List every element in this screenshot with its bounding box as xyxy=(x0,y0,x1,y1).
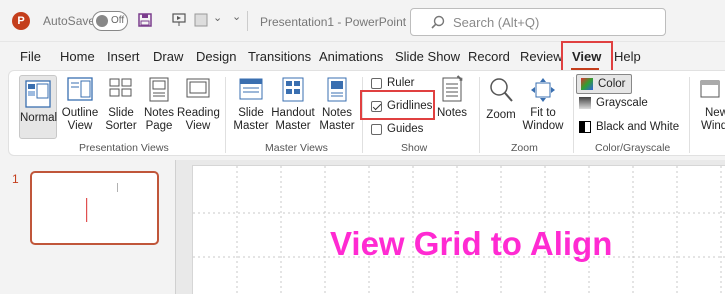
divider xyxy=(247,11,248,31)
ruler-label: Ruler xyxy=(387,77,415,89)
notes-page-label-2: Page xyxy=(145,120,173,132)
outline-label-1: Outline xyxy=(61,107,99,119)
toggle-knob xyxy=(96,15,108,27)
normal-label: Normal xyxy=(20,112,58,124)
title-bar: P AutoSave Off ⌄ ⌄ Presentation1 - Power… xyxy=(0,0,725,42)
slide-sorter-button[interactable]: Slide Sorter xyxy=(103,77,139,133)
sorter-label-1: Slide xyxy=(108,107,134,119)
fit-to-window-button[interactable]: Fit to Window xyxy=(521,77,565,133)
slide-master-label-1: Slide xyxy=(238,107,264,119)
zoom-button[interactable]: Zoom xyxy=(483,77,519,122)
more-icon[interactable]: ⌄ xyxy=(232,10,241,23)
notes-master-label-2: Master xyxy=(319,120,355,132)
handout-master-label-1: Handout xyxy=(271,107,315,119)
show-group-label: Show xyxy=(401,142,428,154)
slide-master-button[interactable]: Slide Master xyxy=(233,77,269,133)
powerpoint-logo-icon: P xyxy=(12,12,30,30)
slide-caption: View Grid to Align xyxy=(330,225,613,262)
tab-design[interactable]: Design xyxy=(196,49,236,64)
autosave-toggle[interactable]: Off xyxy=(92,11,128,31)
group-divider xyxy=(573,77,574,153)
autosave-label: AutoSave xyxy=(43,14,96,28)
tab-insert[interactable]: Insert xyxy=(107,49,140,64)
black-white-label: Black and White xyxy=(596,121,680,133)
black-and-white-button[interactable]: Black and White xyxy=(579,121,679,133)
group-divider xyxy=(479,77,480,153)
sorter-label-2: Sorter xyxy=(105,120,137,132)
color-grayscale-group-label: Color/Grayscale xyxy=(595,142,671,154)
zoom-label: Zoom xyxy=(486,109,516,121)
tab-home[interactable]: Home xyxy=(60,49,95,64)
fit-label-1: Fit to xyxy=(530,107,556,119)
outline-label-2: View xyxy=(67,120,93,132)
zoom-group-label: Zoom xyxy=(511,142,538,154)
reading-label-2: View xyxy=(185,120,211,132)
gridlines-highlight xyxy=(360,90,435,120)
color-button[interactable]: Color xyxy=(576,74,632,94)
search-icon xyxy=(431,15,445,32)
presentation-views-group-label: Presentation Views xyxy=(79,142,169,154)
notes-page-button[interactable]: Notes Page xyxy=(141,77,177,133)
ruler-checkbox[interactable]: Ruler xyxy=(371,77,414,89)
ruler-checkbox-box xyxy=(371,77,382,89)
slide-master-label-2: Master xyxy=(233,120,269,132)
ribbon-tabs: File Home Insert Draw Design Transitions… xyxy=(0,42,725,70)
chevron-down-icon[interactable]: ⌄ xyxy=(213,11,222,24)
document-title: Presentation1 - PowerPoint xyxy=(260,15,407,29)
search-box[interactable]: Search (Alt+Q) xyxy=(410,8,666,36)
guides-checkbox[interactable]: Guides xyxy=(371,123,423,135)
thumbnail-body-text: ▬▬▬ xyxy=(116,183,120,192)
outline-view-button[interactable]: Outline View xyxy=(59,77,101,133)
fit-label-2: Window xyxy=(522,120,564,132)
guides-checkbox-box xyxy=(371,123,382,135)
reading-view-button[interactable]: Reading View xyxy=(177,77,220,133)
tab-transitions[interactable]: Transitions xyxy=(248,49,311,64)
present-from-beginning-icon[interactable] xyxy=(172,13,186,30)
tab-file[interactable]: File xyxy=(20,49,41,64)
thumbnail-title-text: ▬▬▬▬▬▬ xyxy=(85,198,90,222)
color-label: Color xyxy=(598,78,626,90)
black-white-swatch xyxy=(579,121,591,133)
grayscale-swatch xyxy=(579,97,591,109)
save-icon[interactable] xyxy=(138,13,152,30)
tab-review[interactable]: Review xyxy=(520,49,563,64)
guides-label: Guides xyxy=(387,123,424,135)
handout-master-label-2: Master xyxy=(275,120,311,132)
tab-help[interactable]: Help xyxy=(614,49,641,64)
grayscale-button[interactable]: Grayscale xyxy=(579,97,648,109)
shape-icon[interactable] xyxy=(194,13,208,30)
tab-slide-show[interactable]: Slide Show xyxy=(395,49,460,64)
slide-number: 1 xyxy=(12,172,19,186)
reading-label-1: Reading xyxy=(177,107,220,119)
tab-animations[interactable]: Animations xyxy=(319,49,383,64)
color-swatch xyxy=(581,78,593,90)
new-window-label-1: New xyxy=(705,107,725,119)
notes-master-button[interactable]: Notes Master xyxy=(317,77,357,133)
group-divider xyxy=(689,77,690,153)
notes-master-label-1: Notes xyxy=(321,107,353,119)
notes-label: Notes xyxy=(437,107,468,119)
tab-record[interactable]: Record xyxy=(468,49,510,64)
new-window-label-2: Windo xyxy=(701,120,725,132)
tab-draw[interactable]: Draw xyxy=(153,49,183,64)
slide-thumbnail[interactable]: ▬▬▬▬▬▬ ▬▬▬ xyxy=(30,171,159,245)
show-dialog-launcher-icon[interactable]: ⬊ xyxy=(456,73,464,84)
grayscale-label: Grayscale xyxy=(596,97,648,109)
normal-view-button[interactable]: Normal xyxy=(19,75,57,139)
master-views-group-label: Master Views xyxy=(265,142,328,154)
group-divider xyxy=(225,77,226,153)
search-placeholder: Search (Alt+Q) xyxy=(453,15,540,30)
handout-master-button[interactable]: Handout Master xyxy=(271,77,315,133)
autosave-state: Off xyxy=(111,15,125,26)
new-window-button[interactable]: New Windo xyxy=(695,77,725,133)
notes-page-label-1: Notes xyxy=(143,107,175,119)
